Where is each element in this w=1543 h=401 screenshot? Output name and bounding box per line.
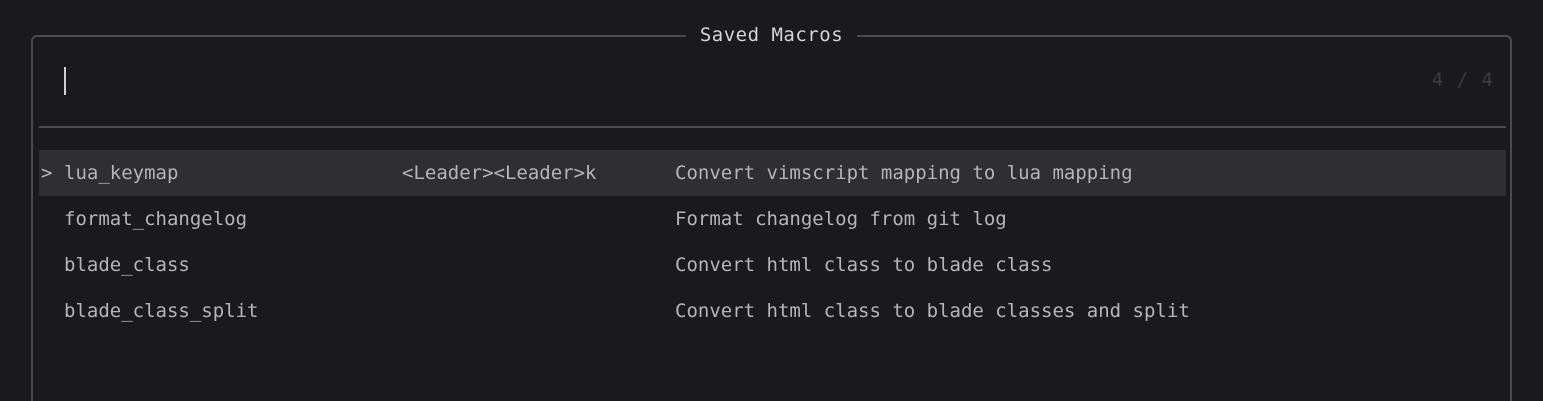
prompt-divider (39, 126, 1506, 128)
macro-name: blade_class_split (64, 300, 259, 322)
list-item[interactable]: > lua_keymap <Leader><Leader>k Convert v… (39, 150, 1506, 196)
list-item[interactable]: format_changelog Format changelog from g… (39, 196, 1506, 242)
macro-description: Convert html class to blade classes and … (675, 300, 1190, 322)
search-input[interactable] (69, 67, 1373, 97)
macro-name: blade_class (64, 254, 190, 276)
text-cursor (64, 67, 66, 95)
macro-description: Format changelog from git log (675, 208, 1007, 230)
macro-description: Convert html class to blade class (675, 254, 1053, 276)
picker-title: Saved Macros (685, 22, 858, 48)
match-count: 4 / 4 (1431, 69, 1494, 91)
macro-keymap: <Leader><Leader>k (402, 162, 597, 184)
macro-description: Convert vimscript mapping to lua mapping (675, 162, 1133, 184)
list-item[interactable]: blade_class Convert html class to blade … (39, 242, 1506, 288)
results-list: > lua_keymap <Leader><Leader>k Convert v… (39, 150, 1506, 334)
prompt-row: 4 / 4 (39, 55, 1506, 107)
selection-marker: > (41, 162, 53, 184)
macro-name: lua_keymap (64, 162, 179, 184)
list-item[interactable]: blade_class_split Convert html class to … (39, 288, 1506, 334)
picker-title-bar: Saved Macros (0, 22, 1543, 48)
macro-name: format_changelog (64, 208, 248, 230)
